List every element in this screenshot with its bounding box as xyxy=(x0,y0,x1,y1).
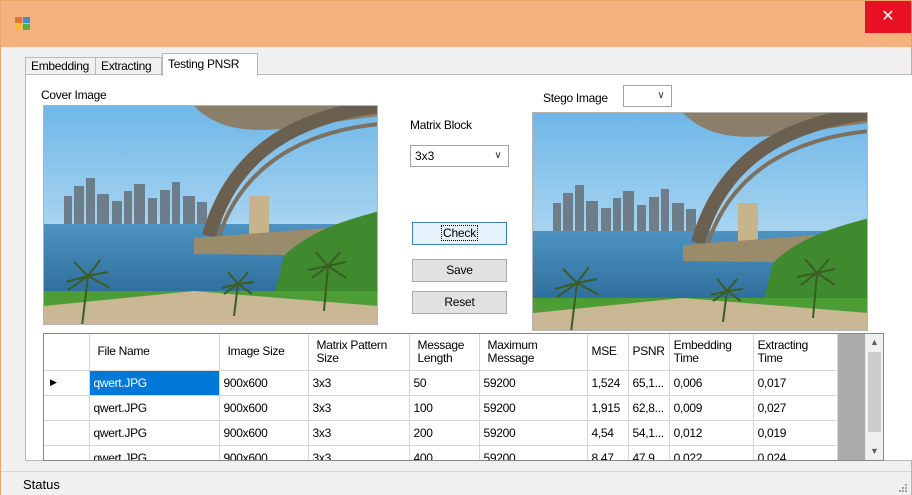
table-row[interactable]: qwert.JPG 900x600 3x3 400 59200 8,47 47,… xyxy=(44,445,838,460)
scroll-thumb[interactable] xyxy=(868,352,881,432)
column-header[interactable]: PSNR xyxy=(628,334,670,371)
table-cell[interactable]: 0,009 xyxy=(669,395,754,421)
cover-image-label: Cover Image xyxy=(41,88,107,102)
row-header[interactable] xyxy=(44,445,90,460)
table-cell[interactable]: qwert.JPG xyxy=(89,395,220,421)
table-cell[interactable]: 59200 xyxy=(479,395,588,421)
app-window: ✕ Embedding Extracting Testing PNSR Cove… xyxy=(0,0,912,495)
app-icon xyxy=(15,17,30,30)
matrix-block-label: Matrix Block xyxy=(410,118,472,132)
table-cell[interactable]: 1,524 xyxy=(587,370,629,396)
table-cell[interactable]: 0,019 xyxy=(753,420,838,446)
status-bar: Status xyxy=(1,471,911,495)
tab-embedding[interactable]: Embedding xyxy=(25,57,96,75)
row-header[interactable] xyxy=(44,395,90,421)
stego-image-select[interactable]: ∨ xyxy=(623,85,672,107)
table-cell[interactable]: qwert.JPG xyxy=(89,420,220,446)
table-cell[interactable]: 900x600 xyxy=(219,445,309,460)
cover-image-box xyxy=(43,105,378,325)
column-header[interactable]: File Name xyxy=(89,334,220,371)
table-cell[interactable]: 4,54 xyxy=(587,420,629,446)
row-header[interactable] xyxy=(44,420,90,446)
table-row[interactable]: ▶ qwert.JPG 900x600 3x3 50 59200 1,524 6… xyxy=(44,370,838,396)
resize-grip-icon[interactable] xyxy=(897,482,907,492)
table-cell[interactable]: 8,47 xyxy=(587,445,629,460)
matrix-block-value: 3x3 xyxy=(415,149,435,163)
results-datagrid[interactable]: File Name Image Size Matrix Pattern Size… xyxy=(43,333,884,461)
check-button-label: Check xyxy=(440,225,479,241)
stego-image xyxy=(533,113,867,330)
tab-extracting[interactable]: Extracting xyxy=(95,57,162,75)
table-cell[interactable]: 62,8... xyxy=(628,395,670,421)
column-header[interactable]: Image Size xyxy=(219,334,309,371)
column-header[interactable]: Message Length xyxy=(409,334,480,371)
table-cell[interactable]: qwert.JPG xyxy=(89,370,220,396)
table-cell[interactable]: 3x3 xyxy=(308,445,410,460)
table-cell[interactable]: 59200 xyxy=(479,370,588,396)
table-cell[interactable]: 59200 xyxy=(479,420,588,446)
table-cell[interactable]: 59200 xyxy=(479,445,588,460)
table-cell[interactable]: 900x600 xyxy=(219,395,309,421)
table-cell[interactable]: 200 xyxy=(409,420,480,446)
check-button[interactable]: Check xyxy=(412,222,507,245)
close-button[interactable]: ✕ xyxy=(865,1,911,33)
tab-testing-pnsr[interactable]: Testing PNSR xyxy=(162,53,258,76)
table-cell[interactable]: 900x600 xyxy=(219,370,309,396)
column-header[interactable]: Extracting Time xyxy=(753,334,838,371)
table-row[interactable]: qwert.JPG 900x600 3x3 200 59200 4,54 54,… xyxy=(44,420,838,446)
table-cell[interactable]: 54,1... xyxy=(628,420,670,446)
row-pointer-icon[interactable]: ▶ xyxy=(44,370,90,396)
cover-image xyxy=(44,106,377,324)
table-cell[interactable]: 0,017 xyxy=(753,370,838,396)
column-header[interactable]: Embedding Time xyxy=(669,334,754,371)
column-header[interactable]: MSE xyxy=(587,334,629,371)
row-header-corner xyxy=(44,334,90,371)
table-cell[interactable]: 0,012 xyxy=(669,420,754,446)
table-cell[interactable]: 400 xyxy=(409,445,480,460)
table-cell[interactable]: 65,1... xyxy=(628,370,670,396)
table-cell[interactable]: 0,006 xyxy=(669,370,754,396)
column-header[interactable]: Matrix Pattern Size xyxy=(308,334,410,371)
column-header[interactable]: Maximum Message xyxy=(479,334,588,371)
table-cell[interactable]: 1,915 xyxy=(587,395,629,421)
table-cell[interactable]: qwert.JPG xyxy=(89,445,220,460)
scroll-down-icon[interactable]: ▼ xyxy=(866,443,883,460)
table-cell[interactable]: 50 xyxy=(409,370,480,396)
table-cell[interactable]: 3x3 xyxy=(308,370,410,396)
table-cell[interactable]: 100 xyxy=(409,395,480,421)
matrix-block-select[interactable]: 3x3 ∨ xyxy=(410,145,509,167)
table-cell[interactable]: 47,9... xyxy=(628,445,670,460)
stego-image-label: Stego Image xyxy=(543,91,608,105)
table-cell[interactable]: 0,024 xyxy=(753,445,838,460)
title-bar[interactable]: ✕ xyxy=(1,1,911,47)
table-cell[interactable]: 3x3 xyxy=(308,395,410,421)
stego-image-box xyxy=(532,112,868,331)
status-text: Status xyxy=(23,477,60,492)
table-row[interactable]: qwert.JPG 900x600 3x3 100 59200 1,915 62… xyxy=(44,395,838,421)
table-cell[interactable]: 3x3 xyxy=(308,420,410,446)
table-header-row: File Name Image Size Matrix Pattern Size… xyxy=(44,334,838,371)
chevron-down-icon: ∨ xyxy=(494,150,502,161)
results-table: File Name Image Size Matrix Pattern Size… xyxy=(44,334,838,460)
table-cell[interactable]: 900x600 xyxy=(219,420,309,446)
table-cell[interactable]: 0,022 xyxy=(669,445,754,460)
reset-button[interactable]: Reset xyxy=(412,291,507,314)
chevron-down-icon: ∨ xyxy=(657,90,665,101)
vertical-scrollbar[interactable]: ▲ ▼ xyxy=(865,334,883,460)
table-cell[interactable]: 0,027 xyxy=(753,395,838,421)
save-button[interactable]: Save xyxy=(412,259,507,282)
scroll-up-icon[interactable]: ▲ xyxy=(866,334,883,351)
